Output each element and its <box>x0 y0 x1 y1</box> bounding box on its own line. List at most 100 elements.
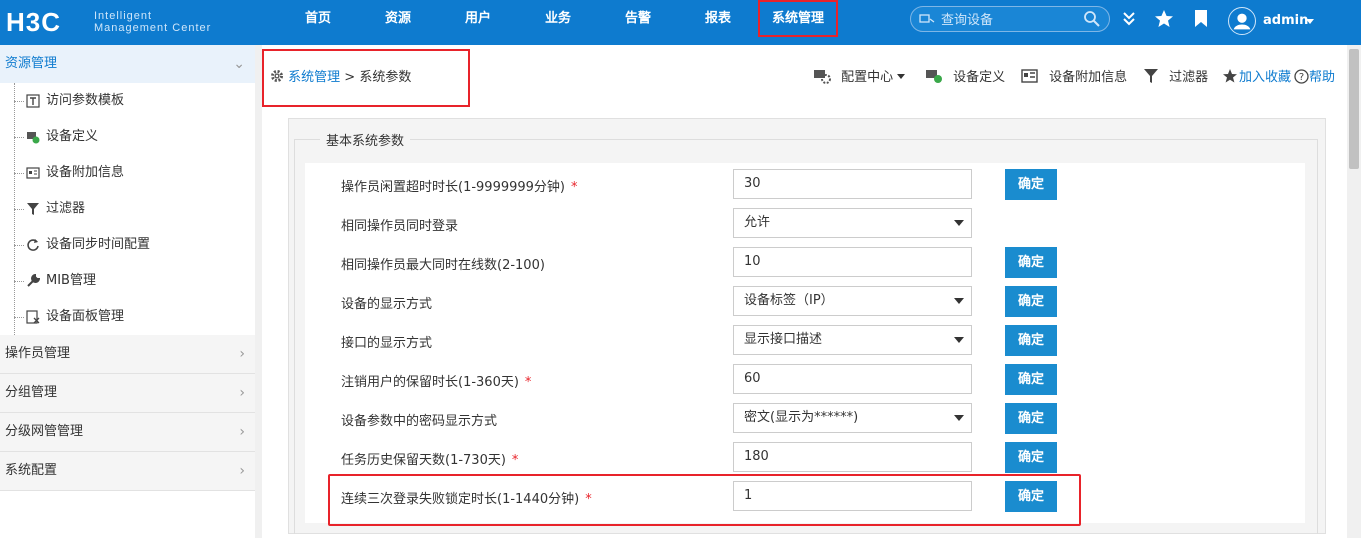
toolbar-device-define-label: 设备定义 <box>953 70 1006 85</box>
sidebar: 资源管理 ⌄ 访问参数模板 设备定义 设备附加信息 过滤器 设备同步时间配置 M… <box>0 45 255 538</box>
sidebar-item-device-sync-time[interactable]: 设备同步时间配置 <box>0 227 255 263</box>
main-nav: 首页 资源 用户 业务 告警 报表 系统管理 <box>278 0 838 45</box>
operator-idle-timeout-confirm-button[interactable]: 确定 <box>1005 169 1057 200</box>
sidebar-item-device-panel[interactable]: 设备面板管理 <box>0 299 255 335</box>
svg-text:?: ? <box>1299 72 1304 83</box>
logo-sub-line2: Management Center <box>94 22 212 34</box>
password-display-mode-select[interactable]: 密文(显示为******) <box>733 403 972 433</box>
field-label-text: 操作员闲置超时时长(1-9999999分钟) <box>341 180 566 195</box>
sidebar-item-label: 设备同步时间配置 <box>46 237 151 252</box>
toolbar-filter[interactable]: 过滤器 <box>1143 66 1208 85</box>
sidebar-section-operator-management[interactable]: 操作员管理 › <box>0 335 255 374</box>
device-display-mode-confirm-button[interactable]: 确定 <box>1005 286 1057 317</box>
double-chevron-down-icon[interactable] <box>1122 11 1136 27</box>
field-label-text: 设备的显示方式 <box>341 297 433 312</box>
user-menu-caret-icon[interactable] <box>1306 19 1314 24</box>
nav-service[interactable]: 业务 <box>518 0 598 45</box>
toolbar-add-favorite-label[interactable]: 加入收藏 <box>1239 70 1291 85</box>
max-online-operators-input[interactable]: 10 <box>733 247 972 277</box>
toolbar-device-define[interactable]: 设备定义 <box>925 66 1005 85</box>
wrench-icon <box>27 274 40 287</box>
help-icon: ? <box>1294 69 1309 84</box>
nav-home[interactable]: 首页 <box>278 0 358 45</box>
avatar[interactable] <box>1228 7 1256 35</box>
max-online-operators-confirm-button[interactable]: 确定 <box>1005 247 1057 278</box>
form-row-operator-idle-timeout: 操作员闲置超时时长(1-9999999分钟) * 30 确定 <box>305 165 1305 204</box>
form-row-password-display-mode: 设备参数中的密码显示方式 密文(显示为******) 确定 <box>305 399 1305 438</box>
sidebar-section-label: 资源管理 <box>5 56 58 71</box>
sidebar-item-device-define[interactable]: 设备定义 <box>0 119 255 155</box>
sidebar-item-label: 设备面板管理 <box>46 309 125 324</box>
field-value: 允许 <box>744 215 771 230</box>
breadcrumb-root-link[interactable]: 系统管理 <box>288 70 340 85</box>
search-icon[interactable] <box>1083 10 1101 28</box>
star-icon[interactable] <box>1154 9 1174 29</box>
toolbar-help-label[interactable]: 帮助 <box>1309 70 1335 85</box>
required-marker: * <box>571 180 578 195</box>
sidebar-item-access-template[interactable]: 访问参数模板 <box>0 83 255 119</box>
dropdown-arrow-icon <box>954 298 964 304</box>
scrollbar[interactable] <box>1347 45 1361 538</box>
panel-icon <box>26 310 40 324</box>
config-center-icon <box>814 70 831 84</box>
nav-resource[interactable]: 资源 <box>358 0 438 45</box>
nav-report[interactable]: 报表 <box>678 0 758 45</box>
task-history-retention-input[interactable]: 180 <box>733 442 972 472</box>
required-marker: * <box>511 453 519 468</box>
sidebar-section-label: 操作员管理 <box>5 346 71 361</box>
chevron-right-icon: › <box>239 463 245 479</box>
nav-user[interactable]: 用户 <box>438 0 518 45</box>
toolbar-device-info[interactable]: 设备附加信息 <box>1021 66 1127 85</box>
field-value: 10 <box>744 254 761 269</box>
required-marker: * <box>524 375 532 390</box>
field-value: 60 <box>744 371 761 386</box>
form-row-task-history-retention: 任务历史保留天数(1-730天) * 180 确定 <box>305 438 1305 477</box>
sidebar-section-group-management[interactable]: 分组管理 › <box>0 374 255 413</box>
deleted-user-retention-confirm-button[interactable]: 确定 <box>1005 364 1057 395</box>
system-params-form: 操作员闲置超时时长(1-9999999分钟) * 30 确定 相同操作员同时登录 允许 相同… <box>305 163 1305 523</box>
task-history-retention-confirm-button[interactable]: 确定 <box>1005 442 1057 473</box>
interface-display-mode-confirm-button[interactable]: 确定 <box>1005 325 1057 356</box>
sidebar-item-device-info[interactable]: 设备附加信息 <box>0 155 255 191</box>
sidebar-section-system-config[interactable]: 系统配置 › <box>0 452 255 491</box>
same-operator-login-label: 相同操作员同时登录 <box>341 215 458 234</box>
sidebar-sub-list: 访问参数模板 设备定义 设备附加信息 过滤器 设备同步时间配置 MIB管理 设备… <box>0 83 255 339</box>
sidebar-item-label: 设备附加信息 <box>46 165 125 180</box>
sidebar-section-resource-management[interactable]: 资源管理 ⌄ <box>0 45 255 83</box>
sidebar-section-hierarchical-nms[interactable]: 分级网管管理 › <box>0 413 255 452</box>
toolbar-filter-label: 过滤器 <box>1169 70 1209 85</box>
bookmark-icon[interactable] <box>1194 9 1208 29</box>
device-display-mode-select[interactable]: 设备标签（IP） <box>733 286 972 316</box>
sidebar-item-mib-management[interactable]: MIB管理 <box>0 263 255 299</box>
interface-display-mode-select[interactable]: 显示接口描述 <box>733 325 972 355</box>
field-label-text: 设备参数中的密码显示方式 <box>341 414 498 429</box>
field-label-text: 相同操作员最大同时在线数(2-100) <box>341 258 545 273</box>
field-label-text: 注销用户的保留时长(1-360天) <box>341 375 519 390</box>
lockout-row-highlight <box>328 474 1081 526</box>
password-display-mode-confirm-button[interactable]: 确定 <box>1005 403 1057 434</box>
same-operator-login-select[interactable]: 允许 <box>733 208 972 238</box>
nav-system-management[interactable]: 系统管理 <box>758 0 838 37</box>
chevron-right-icon: › <box>239 346 245 362</box>
operator-idle-timeout-input[interactable]: 30 <box>733 169 972 199</box>
search-input[interactable] <box>939 9 1083 31</box>
sidebar-section-label: 分组管理 <box>5 385 58 400</box>
deleted-user-retention-input[interactable]: 60 <box>733 364 972 394</box>
scrollbar-thumb[interactable] <box>1349 49 1359 169</box>
toolbar-add-favorite[interactable]: 加入收藏 <box>1222 66 1291 85</box>
device-info-icon <box>26 167 40 179</box>
interface-display-mode-label: 接口的显示方式 <box>341 332 432 351</box>
sidebar-item-filter[interactable]: 过滤器 <box>0 191 255 227</box>
chevron-down-icon: ⌄ <box>233 56 245 72</box>
toolbar-config-center[interactable]: 配置中心 <box>813 66 906 85</box>
toolbar-help[interactable]: ? 帮助 <box>1294 66 1335 85</box>
field-value: 设备标签（IP） <box>744 293 834 308</box>
form-row-device-display-mode: 设备的显示方式 设备标签（IP） 确定 <box>305 282 1305 321</box>
nav-alarm[interactable]: 告警 <box>598 0 678 45</box>
device-search-type-icon[interactable] <box>919 12 935 26</box>
toolbar-config-center-label: 配置中心 <box>841 70 894 85</box>
template-icon <box>26 94 40 108</box>
field-label-text: 任务历史保留天数(1-730天) <box>341 453 506 468</box>
field-value: 显示接口描述 <box>744 332 823 347</box>
user-name[interactable]: admin <box>1263 13 1308 28</box>
